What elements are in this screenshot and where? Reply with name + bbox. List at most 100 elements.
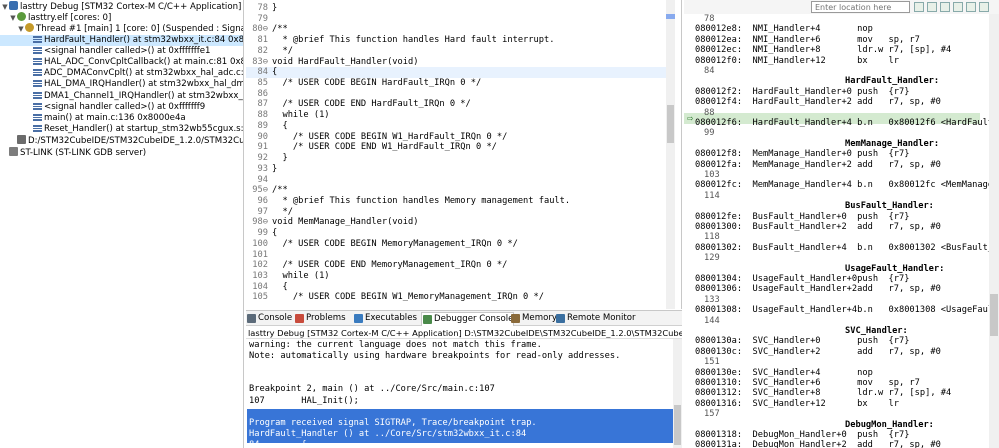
console-scroll-thumb[interactable] [674, 405, 681, 445]
line-number[interactable]: 78 [246, 3, 268, 14]
instruction-address: 080012f4: [695, 97, 743, 108]
line-number[interactable]: 82 [246, 46, 268, 57]
go-location-button[interactable] [914, 2, 924, 12]
line-number[interactable]: 93 [246, 164, 268, 175]
code-line: 103 while (1) [246, 271, 329, 282]
line-number[interactable]: 105 [246, 292, 268, 303]
tree-item[interactable]: HardFault_Handler() at stm32wbxx_it.c:84… [0, 34, 243, 46]
instruction-mnemonic: bx [857, 398, 868, 409]
line-number[interactable]: 91 [246, 142, 268, 153]
line-number[interactable]: 92 [246, 153, 268, 164]
menu-icon[interactable] [966, 2, 976, 12]
line-number[interactable]: 99 [246, 228, 268, 239]
tree-item[interactable]: ST-LINK (ST-LINK GDB server) [0, 146, 146, 158]
disassembly-line: 133 [704, 294, 720, 305]
tree-item[interactable]: HAL_DMA_IRQHandler() at stm32wbxx_hal_dm… [0, 79, 243, 90]
disassembly-line: 0800131a: DebugMon_Handler+2 add r7, sp, #0 [695, 440, 941, 448]
instruction-address: 0800130c: [695, 346, 743, 357]
line-number[interactable]: 101 [246, 250, 268, 261]
show-source-icon[interactable] [953, 2, 963, 12]
line-number[interactable]: 79 [246, 14, 268, 25]
code-line: 94 [246, 175, 272, 186]
instruction-mnemonic: push [857, 430, 879, 440]
instruction-address: 08001318: [695, 430, 743, 440]
tree-item[interactable]: <signal handler called>() at 0xfffffffe1 [0, 46, 211, 57]
console-tab[interactable]: Remote Monitor [555, 312, 636, 325]
line-number[interactable]: 80⊖ [246, 24, 268, 35]
refresh-icon[interactable] [927, 2, 937, 12]
disassembly-line: 08001318: DebugMon_Handler+0 push {r7} [695, 430, 909, 441]
code-text: */ [272, 45, 293, 56]
line-number[interactable]: 102 [246, 260, 268, 271]
line-number[interactable]: 88 [246, 110, 268, 121]
instruction-symbol: NMI_Handler+4 [752, 24, 821, 35]
tree-item[interactable]: ▼ lasttry Debug [STM32 Cortex-M C/C++ App… [0, 1, 241, 12]
line-number[interactable]: 95⊖ [246, 185, 268, 196]
code-line: 88 while (1) [246, 110, 330, 121]
code-text: * @brief This function handles Memory ma… [272, 195, 571, 206]
code-line: 79 [246, 14, 272, 25]
disassembly-line: 08001308: UsageFault_Handler+4b.n 0x800130… [695, 305, 999, 316]
instruction-symbol: BusFault_Handler+0 [752, 211, 847, 222]
code-line: 99 { [246, 228, 278, 239]
line-number[interactable]: 84 [246, 67, 268, 78]
tree-item[interactable]: ADC_DMAConvCplt() at stm32wbxx_hal_adc.c… [0, 68, 243, 79]
line-number[interactable]: 100 [246, 239, 268, 250]
line-number[interactable]: 81 [246, 35, 268, 46]
tab-icon [354, 314, 363, 323]
instruction-address: 08001304: [695, 274, 743, 284]
debug-view: ▼ lasttry Debug [STM32 Cortex-M C/C++ App… [0, 0, 244, 448]
code-line: 90 /* USER CODE BEGIN W1_HardFault_IRQn … [246, 132, 508, 143]
disassembly-scroll-thumb[interactable] [990, 294, 998, 336]
tree-item[interactable]: ▼ Thread #1 [main] 1 [core: 0] (Suspended… [0, 23, 243, 34]
tree-item[interactable]: D:/STM32CubeIDE/STM32CubeIDE_1.2.0/STM32… [0, 135, 243, 146]
line-number[interactable]: 87 [246, 99, 268, 110]
editor-scroll-thumb[interactable] [667, 105, 674, 143]
instruction-operands: r7, [sp], #4 [888, 45, 952, 56]
editor-scrollbar[interactable] [666, 0, 675, 309]
tree-item[interactable]: ▼ lasttry.elf [cores: 0] [0, 12, 111, 23]
source-editor[interactable]: 78} 79 80⊖/** 81 * @brief This function han… [246, 0, 682, 309]
tree-item[interactable]: main() at main.c:136 0x8000e4a [0, 113, 186, 124]
disassembly-line: 080012f0: NMI_Handler+12 bx lr [695, 56, 899, 67]
console-tab[interactable]: Problems [294, 312, 346, 325]
line-number[interactable]: 86 [246, 89, 268, 100]
instruction-operands: sp, r7 [888, 34, 920, 45]
tree-item[interactable]: Reset_Handler() at startup_stm32wb55cgux… [0, 124, 243, 135]
console-tab[interactable]: Debugger Console [421, 312, 515, 326]
disassembly-line: 08001300: BusFault_Handler+2 add r7, sp, #0 [695, 222, 941, 233]
disassembly-line: 151 [704, 357, 720, 368]
disassembly-scrollbar[interactable] [989, 14, 999, 448]
tree-item-label: <signal handler called>() at 0xfffffffe1 [44, 45, 211, 56]
line-number[interactable]: 96 [246, 196, 268, 207]
line-number[interactable]: 90 [246, 132, 268, 143]
line-number[interactable]: 94 [246, 175, 268, 186]
console-tab[interactable]: Memory [510, 312, 557, 325]
disassembly-line: 84 [704, 66, 715, 76]
disassembly-line: 080012fa: MemManage_Handler+2 add r7, sp, #… [695, 160, 941, 171]
instruction-mnemonic: ldr.w [857, 388, 884, 399]
instruction-symbol: HardFault_Handler+4 [752, 118, 852, 128]
line-number[interactable]: 97 [246, 207, 268, 218]
code-line: 80⊖ /** [246, 24, 287, 35]
location-input[interactable] [811, 1, 910, 13]
line-number[interactable]: 83⊖ [246, 57, 268, 68]
line-number[interactable]: 98⊖ [246, 217, 268, 228]
line-number[interactable]: 104 [246, 282, 268, 293]
link-with-editor-icon[interactable] [940, 2, 950, 12]
disassembly-line: 114 [704, 190, 720, 201]
code-text: { [272, 120, 288, 131]
console-scrollbar[interactable] [673, 339, 682, 448]
disassembly-line: 08001304: UsageFault_Handler+0push {r7} [695, 274, 909, 285]
code-text: } [272, 153, 288, 164]
tree-item[interactable]: DMA1_Channel1_IRQHandler() at stm32wbxx_… [0, 91, 243, 102]
line-number[interactable]: 103 [246, 271, 268, 282]
console-tab[interactable]: Console [246, 312, 292, 325]
instruction-symbol: BusFault_Handler+2 [752, 222, 847, 232]
minimize-icon[interactable] [979, 2, 989, 12]
line-number[interactable]: 89 [246, 121, 268, 132]
console-tab[interactable]: Executables [353, 312, 417, 325]
tree-item[interactable]: HAL_ADC_ConvCpltCallback() at main.c:81 … [0, 57, 243, 68]
line-number[interactable]: 85 [246, 78, 268, 89]
tree-item[interactable]: <signal handler called>() at 0xfffffff9 [0, 102, 205, 113]
